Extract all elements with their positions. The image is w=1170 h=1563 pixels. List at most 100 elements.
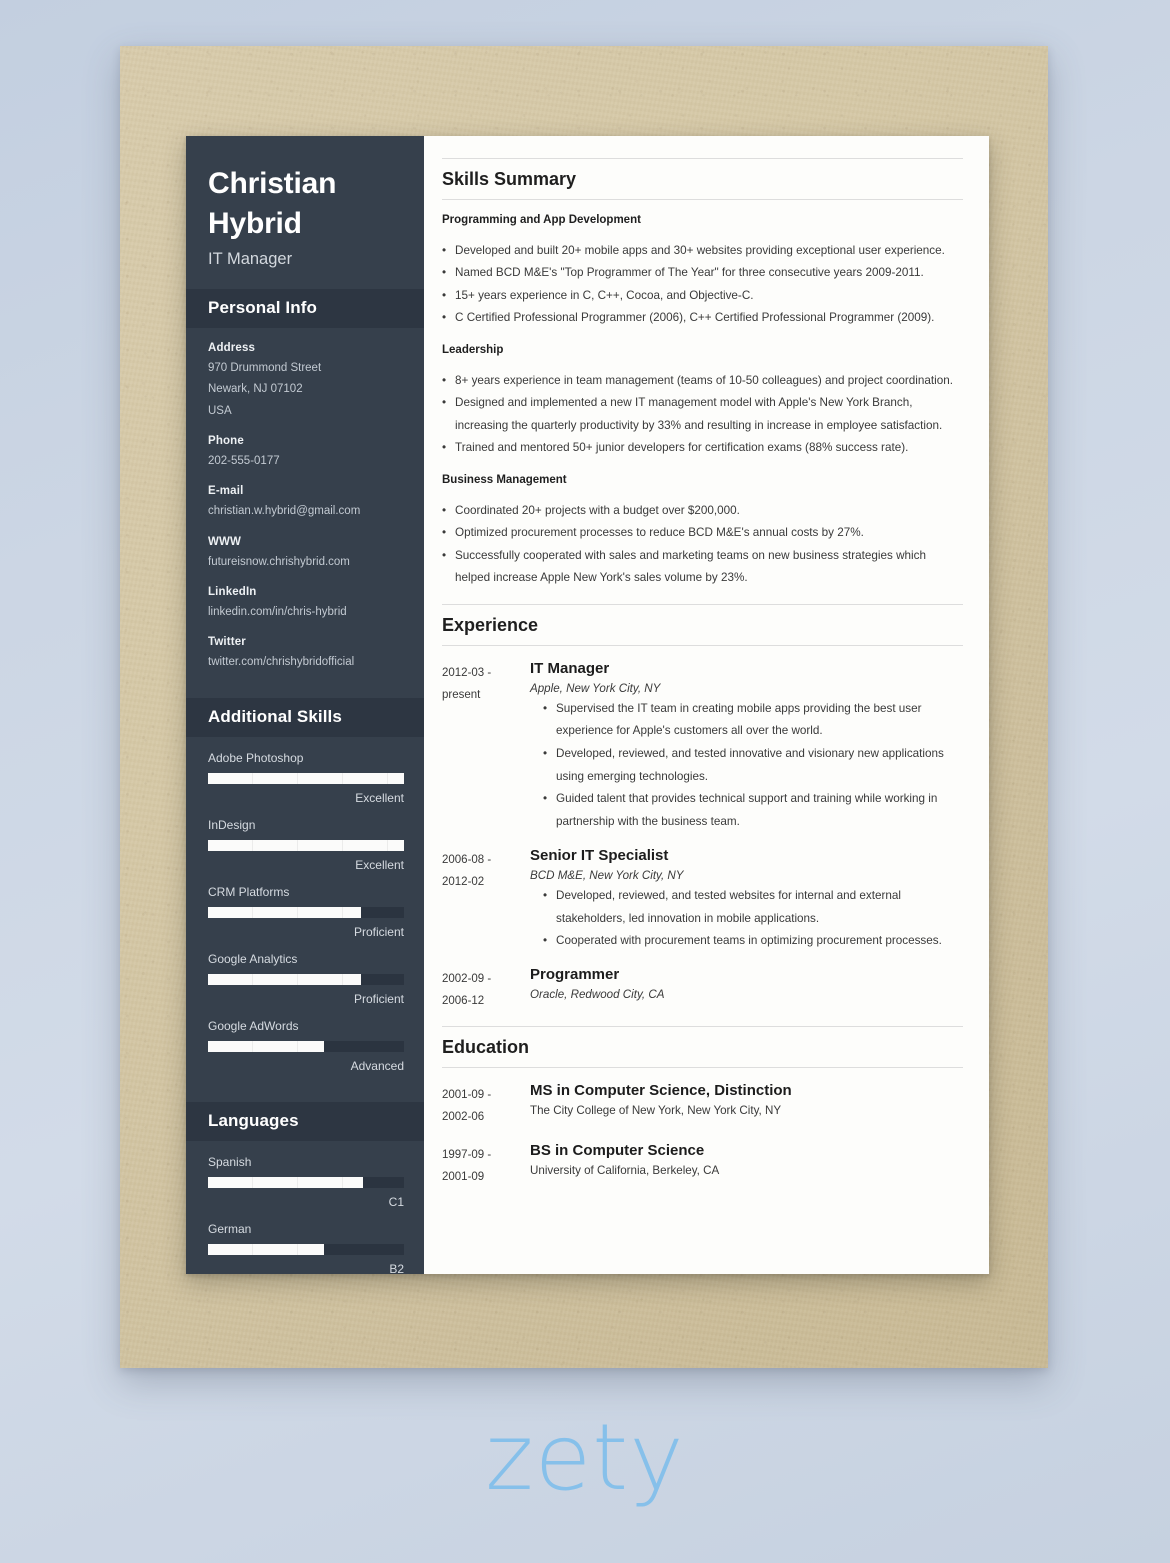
skills-group-heading: Business Management [442,473,567,486]
info-item-twitter: Twitter twitter.com/chrishybridofficial [208,636,402,673]
info-label-linkedin: LinkedIn [208,585,257,598]
date-to: 2006-12 [442,995,485,1008]
info-item-linkedin: LinkedIn linkedin.com/in/chris-hybrid [208,586,402,623]
skill-name: InDesign [208,818,256,833]
skill-progress-track [208,1041,404,1053]
zety-logo: zety [485,1404,685,1511]
education-body: MS in Computer Science, Distinction The … [530,1082,963,1129]
skills-group-business-management: Business Management Coordinated 20+ proj… [442,474,963,590]
section-header-additional-skills: Additional Skills [186,698,424,738]
bullet: Successfully cooperated with sales and m… [442,545,963,590]
education-dates: 2001-09 - 2002-06 [442,1082,530,1129]
skill-item-google-adwords: Google AdWords Advanced [208,1019,404,1073]
experience-organization: BCD M&E, New York City, NY [530,868,684,882]
date-from: 2006-08 - [442,853,492,866]
skill-item-adobe-photoshop: Adobe Photoshop Excellent [208,751,404,805]
skill-progress-track [208,773,404,785]
skill-progress-track [208,907,404,919]
bullet: Developed and built 20+ mobile apps and … [442,240,963,263]
skill-name: Google Analytics [208,952,298,967]
skills-group-heading: Leadership [442,343,504,356]
section-title-education: Education [442,1025,963,1068]
skills-group-programming: Programming and App Development Develope… [442,214,963,330]
date-to: present [442,689,481,702]
info-item-address: Address 970 Drummond Street Newark, NJ 0… [208,342,402,422]
bullet: Supervised the IT team in creating mobil… [543,698,963,743]
bullet: Developed, reviewed, and tested innovati… [543,743,963,788]
info-value-address-line1: 970 Drummond Street [208,362,322,375]
personal-info-list: Address 970 Drummond Street Newark, NJ 0… [186,328,424,698]
info-item-www: WWW futureisnow.chrishybrid.com [208,536,402,573]
info-value-phone: 202-555-0177 [208,454,280,467]
info-label-email: E-mail [208,485,244,498]
skill-progress-fill [208,840,404,852]
section-title-skills-summary: Skills Summary [442,158,963,200]
experience-entry-it-manager: 2012-03 - present IT Manager Apple, New … [442,660,963,834]
experience-organization: Oracle, Redwood City, CA [530,987,665,1001]
bullet: Designed and implemented a new IT manage… [442,392,963,437]
language-item-german: German B2 [208,1222,404,1276]
info-value-address-line3: USA [208,404,232,417]
skill-item-indesign: InDesign Excellent [208,818,404,872]
skill-level-label: Advanced [350,1059,404,1074]
language-name: Spanish [208,1155,252,1170]
info-label-twitter: Twitter [208,636,246,649]
skills-group-bullets: Developed and built 20+ mobile apps and … [442,240,963,330]
skills-group-bullets: Coordinated 20+ projects with a budget o… [442,500,963,590]
skill-progress-fill [208,1041,324,1053]
experience-body: Programmer Oracle, Redwood City, CA [530,966,963,1013]
bullet: Developed, reviewed, and tested websites… [543,885,963,930]
info-label-address: Address [208,342,256,355]
education-entry-ms: 2001-09 - 2002-06 MS in Computer Science… [442,1082,963,1129]
language-name: German [208,1222,252,1237]
experience-bullets: Developed, reviewed, and tested websites… [543,885,963,953]
education-degree: MS in Computer Science, Distinction [530,1081,792,1099]
language-progress-track [208,1177,404,1189]
experience-organization: Apple, New York City, NY [530,681,661,695]
info-value-www: futureisnow.chrishybrid.com [208,555,350,568]
date-to: 2001-09 [442,1171,485,1184]
candidate-last-name: Hybrid [208,206,302,240]
skills-group-bullets: 8+ years experience in team management (… [442,370,963,460]
resume-sidebar: Christian Hybrid IT Manager Personal Inf… [186,136,424,1276]
skill-progress-fill [208,907,361,919]
experience-entry-senior-it-specialist: 2006-08 - 2012-02 Senior IT Specialist B… [442,847,963,953]
resume-document: Christian Hybrid IT Manager Personal Inf… [186,136,989,1276]
education-entry-bs: 1997-09 - 2001-09 BS in Computer Science… [442,1142,963,1189]
experience-bullets: Supervised the IT team in creating mobil… [543,698,963,834]
bullet: Trained and mentored 50+ junior develope… [442,437,963,460]
skill-name: Adobe Photoshop [208,751,304,766]
skills-group-heading: Programming and App Development [442,214,641,226]
education-degree: BS in Computer Science [530,1141,705,1159]
resume-main-column: Skills Summary Programming and App Devel… [424,136,989,1274]
date-to: 2002-06 [442,1111,485,1124]
language-item-spanish: Spanish C1 [208,1155,404,1209]
additional-skills-list: Adobe Photoshop Excellent InDesign Excel… [186,737,424,1102]
experience-entry-programmer: 2002-09 - 2006-12 Programmer Oracle, Red… [442,966,963,1013]
skill-name: Google AdWords [208,1019,299,1034]
language-progress-fill [208,1244,324,1256]
name-block: Christian Hybrid IT Manager [186,136,424,289]
language-level-label: B2 [389,1262,404,1277]
skill-progress-track [208,974,404,986]
education-school: The City College of New York, New York C… [530,1103,782,1117]
skill-item-crm-platforms: CRM Platforms Proficient [208,885,404,939]
education-school: University of California, Berkeley, CA [530,1163,720,1177]
section-header-personal-info: Personal Info [186,289,424,329]
education-dates: 1997-09 - 2001-09 [442,1142,530,1189]
skill-progress-track [208,840,404,852]
skill-progress-fill [208,974,361,986]
experience-job-title: IT Manager [530,659,610,677]
info-value-address-line2: Newark, NJ 07102 [208,383,303,396]
experience-dates: 2012-03 - present [442,660,530,834]
bullet: Named BCD M&E's "Top Programmer of The Y… [442,262,963,285]
experience-job-title: Programmer [530,965,620,983]
skill-level-label: Excellent [355,858,404,873]
skill-progress-fill [208,773,404,785]
education-body: BS in Computer Science University of Cal… [530,1142,963,1189]
skill-level-label: Proficient [353,925,404,940]
skill-name: CRM Platforms [208,885,290,900]
candidate-name: Christian Hybrid [208,164,402,243]
info-label-www: WWW [208,535,242,548]
section-header-languages: Languages [186,1102,424,1142]
